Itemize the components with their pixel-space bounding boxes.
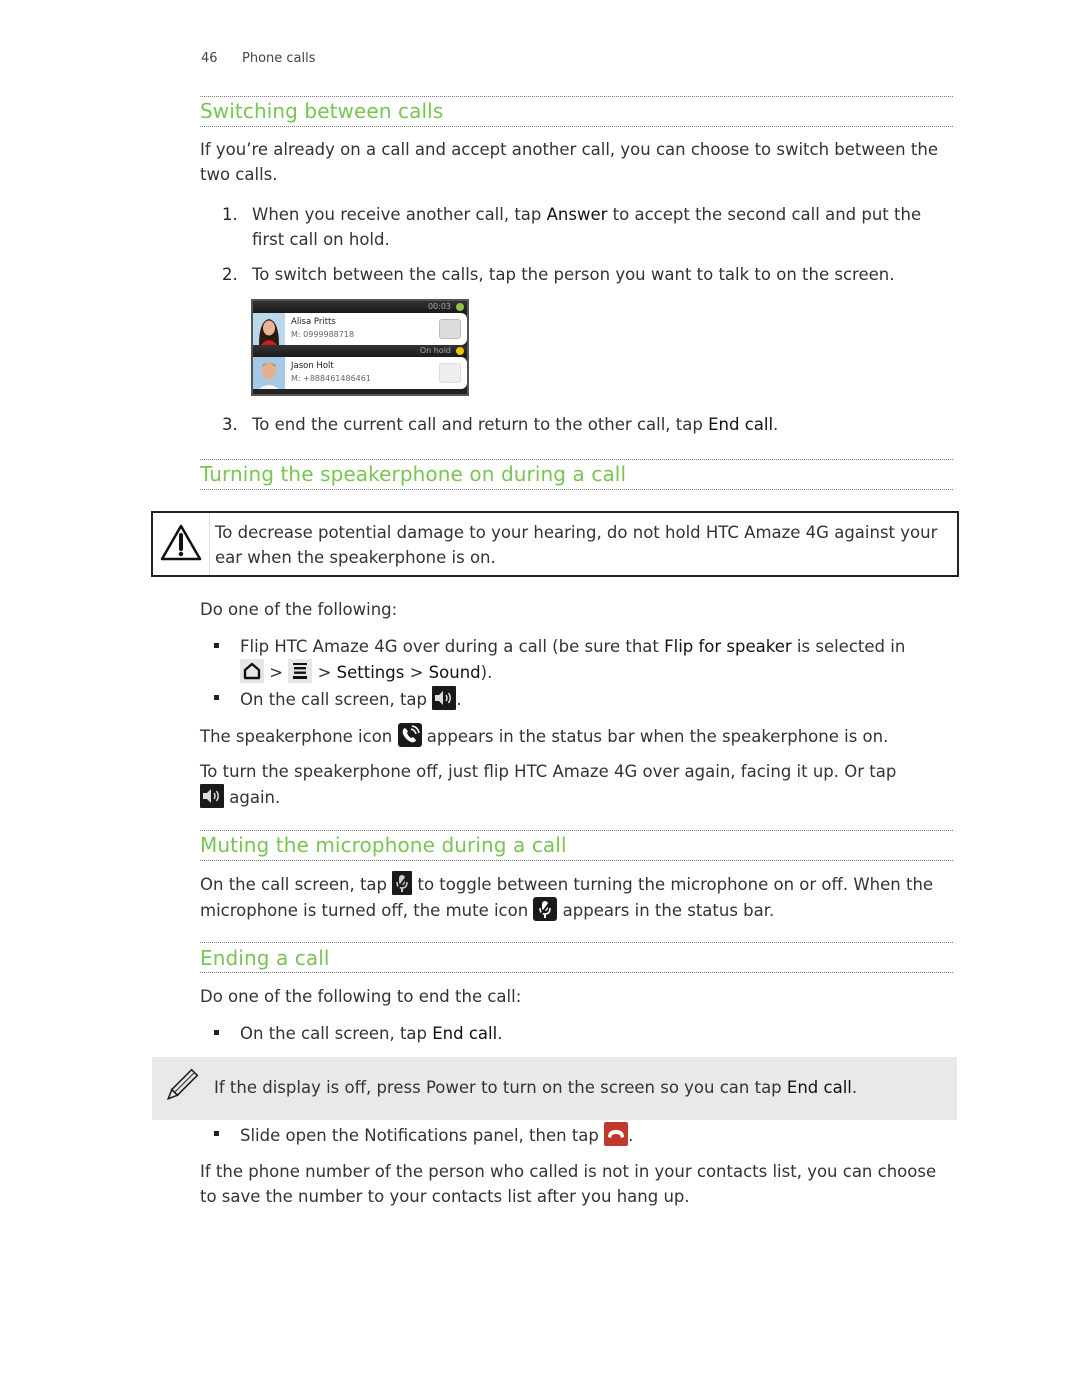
section-heading-speakerphone: Turning the speakerphone on during a cal… — [200, 462, 627, 486]
step-3: 3. To end the current call and return to… — [222, 412, 952, 437]
speaker-icon — [432, 686, 457, 710]
bullet-text: On the call screen, tap End call. — [240, 1024, 503, 1043]
microphone-icon — [392, 871, 413, 895]
hold-indicator-icon — [456, 347, 464, 355]
ending-outro: If the phone number of the person who ca… — [200, 1162, 937, 1206]
step-number: 2. — [222, 265, 238, 284]
speakerphone-status-para: The speakerphone icon appears in the sta… — [200, 723, 952, 749]
speakerphone-status-icon — [397, 723, 422, 747]
ending-bullet-end-call: On the call screen, tap End call. — [214, 1021, 954, 1046]
section-divider — [200, 489, 953, 490]
contact-card-icon — [439, 363, 461, 383]
avatar — [253, 357, 285, 389]
chapter-title: Phone calls — [242, 51, 316, 66]
bullet-text: On the call screen, tap . — [240, 686, 954, 712]
step-text: To switch between the calls, tap the per… — [252, 265, 895, 284]
ending-intro: Do one of the following to end the call: — [200, 987, 522, 1006]
speakerphone-intro: Do one of the following: — [200, 600, 398, 619]
section-divider — [200, 942, 953, 943]
bullet-marker — [214, 1030, 219, 1035]
section-divider — [200, 830, 953, 831]
settings-label: Settings — [336, 663, 405, 682]
caller-name: Jason Holt — [291, 361, 334, 371]
warning-triangle-icon — [160, 524, 202, 561]
section-divider — [200, 96, 953, 97]
bullet-marker — [214, 695, 219, 700]
call-status-bar: On hold — [253, 345, 467, 357]
menu-icon — [288, 659, 313, 683]
speakerphone-off-para: To turn the speakerphone off, just flip … — [200, 762, 897, 808]
active-indicator-icon — [456, 303, 464, 311]
ending-bullet-notifications: Slide open the Notifications panel, then… — [214, 1122, 954, 1147]
page-number: 46 — [201, 51, 218, 66]
muting-para: On the call screen, tap to toggle betwee… — [200, 871, 952, 923]
contact-card-icon — [439, 319, 461, 339]
flip-for-speaker-label: Flip for speaker — [664, 637, 792, 656]
note-callout: If the display is off, press Power to tu… — [152, 1057, 957, 1120]
caller-name: Alisa Pritts — [291, 317, 336, 327]
section-divider — [200, 860, 953, 861]
call-row-active: Alisa Pritts M: 0999988718 — [253, 313, 467, 345]
answer-label: Answer — [546, 205, 608, 224]
step-2: 2. To switch between the calls, tap the … — [222, 262, 952, 287]
speakerphone-bullet-flip: Flip HTC Amaze 4G over during a call (be… — [214, 634, 954, 684]
end-call-label: End call — [708, 415, 774, 434]
bullet-marker — [214, 1131, 219, 1136]
call-switch-screenshot: 00:03 Alisa Pritts M: 0999988718 On hold… — [251, 299, 469, 396]
section-heading-switching: Switching between calls — [200, 99, 444, 123]
step-number: 1. — [222, 205, 238, 224]
step-text: When you receive another call, tap Answe… — [252, 205, 922, 249]
switching-intro: If you’re already on a call and accept a… — [200, 140, 938, 184]
section-heading-muting: Muting the microphone during a call — [200, 833, 567, 857]
call-status-bar: 00:03 — [253, 301, 467, 313]
end-call-icon — [604, 1122, 629, 1146]
callout-separator — [209, 513, 210, 575]
bullet-marker — [214, 643, 219, 648]
home-icon — [240, 659, 264, 683]
speakerphone-bullet-tap: On the call screen, tap . — [214, 686, 954, 711]
avatar — [253, 313, 285, 345]
bullet-text: Slide open the Notifications panel, then… — [240, 1122, 954, 1148]
section-divider — [200, 126, 953, 127]
end-call-label: End call — [786, 1078, 852, 1097]
call-row-hold: Jason Holt M: +888461486461 — [253, 357, 467, 389]
step-1: 1. When you receive another call, tap An… — [222, 202, 952, 252]
caller-number: M: +888461486461 — [291, 374, 371, 383]
sound-label: Sound — [428, 663, 481, 682]
mute-status-icon — [533, 897, 558, 921]
pencil-icon — [166, 1068, 199, 1101]
caller-number: M: 0999988718 — [291, 330, 355, 339]
section-divider — [200, 459, 953, 460]
section-divider — [200, 972, 953, 973]
section-heading-ending: Ending a call — [200, 946, 330, 970]
end-call-label: End call — [432, 1024, 498, 1043]
step-text: To end the current call and return to th… — [252, 415, 779, 434]
warning-callout: To decrease potential damage to your hea… — [151, 511, 959, 577]
warning-text: To decrease potential damage to your hea… — [215, 523, 938, 567]
speaker-icon — [200, 784, 224, 808]
step-number: 3. — [222, 415, 238, 434]
bullet-text: Flip HTC Amaze 4G over during a call (be… — [240, 637, 906, 683]
note-text: If the display is off, press Power to tu… — [214, 1078, 858, 1097]
